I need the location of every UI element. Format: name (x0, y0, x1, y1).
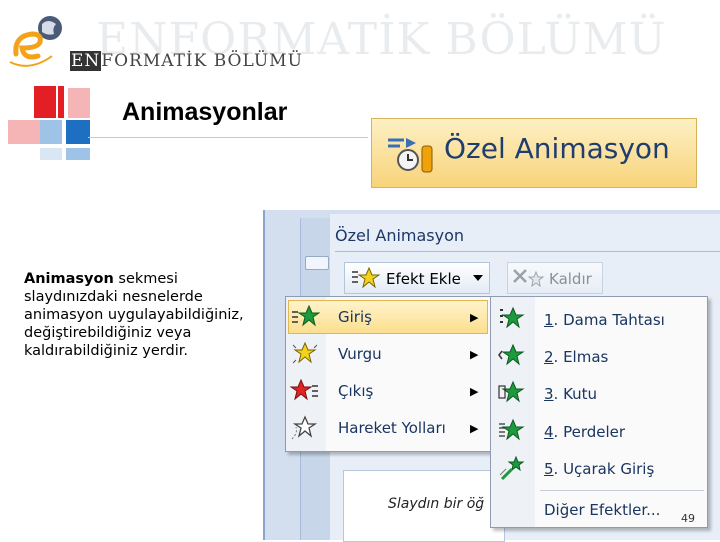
brand-prefix: EN (70, 51, 102, 71)
submenu-arrow-icon: ▶ (470, 422, 479, 435)
submenu-item-blinds[interactable]: 4. Perdeler (544, 423, 625, 441)
title-divider (88, 137, 368, 138)
fly-in-star-icon (498, 455, 526, 481)
pane-right-strip (706, 330, 720, 510)
body-bold-term: Animasyon (24, 271, 114, 287)
slide-title: Animasyonlar (122, 98, 288, 126)
add-effect-label: Efekt Ekle (386, 270, 461, 288)
custom-animation-icon (384, 130, 436, 178)
star-red-icon (290, 378, 320, 404)
submenu-arrow-icon: ▶ (470, 311, 479, 324)
checkerboard-star-icon (498, 306, 526, 332)
menu-item-motion-paths[interactable]: Hareket Yolları (338, 419, 446, 437)
diamond-star-icon (498, 343, 526, 369)
menu-item-entrance[interactable]: Giriş (338, 308, 372, 326)
custom-animation-ribbon-label: Özel Animasyon (444, 132, 670, 165)
submenu-item-more-effects[interactable]: Diğer Efektler... (544, 501, 660, 519)
box-star-icon (498, 380, 526, 406)
scrollbar-thumb[interactable] (305, 256, 329, 270)
dropdown-arrow-icon (473, 274, 483, 282)
submenu-item-fly-in[interactable]: 5. Uçarak Giriş (544, 460, 654, 478)
pane-divider (335, 251, 720, 252)
remove-icon (512, 266, 544, 290)
logo (6, 12, 66, 72)
add-effect-icon (350, 266, 380, 290)
submenu-arrow-icon: ▶ (470, 348, 479, 361)
menu-item-exit[interactable]: Çıkış (338, 382, 373, 400)
menu-item-emphasis[interactable]: Vurgu (338, 345, 382, 363)
submenu-item-diamond[interactable]: 2. Elmas (544, 348, 608, 366)
star-green-icon (290, 304, 320, 330)
slide-hint-text: Slaydın bir öğ (388, 496, 485, 512)
remove-label: Kaldır (549, 270, 592, 288)
star-outline-icon (290, 415, 320, 441)
slide-body-text: Animasyon sekmesi slaydınızdaki nesneler… (24, 270, 254, 360)
page-number: 49 (681, 512, 695, 525)
submenu-item-checkerboard[interactable]: 1. Dama Tahtası (544, 311, 665, 329)
brand-rest: FORMATİK BÖLÜMÜ (101, 51, 303, 71)
pane-title: Özel Animasyon (335, 226, 465, 245)
blinds-star-icon (498, 418, 526, 444)
star-yellow-icon (290, 341, 320, 367)
submenu-arrow-icon: ▶ (470, 385, 479, 398)
submenu-divider (540, 490, 704, 491)
submenu-item-box[interactable]: 3. Kutu (544, 385, 597, 403)
brand-name: ENFORMATİK BÖLÜMÜ (70, 51, 303, 71)
